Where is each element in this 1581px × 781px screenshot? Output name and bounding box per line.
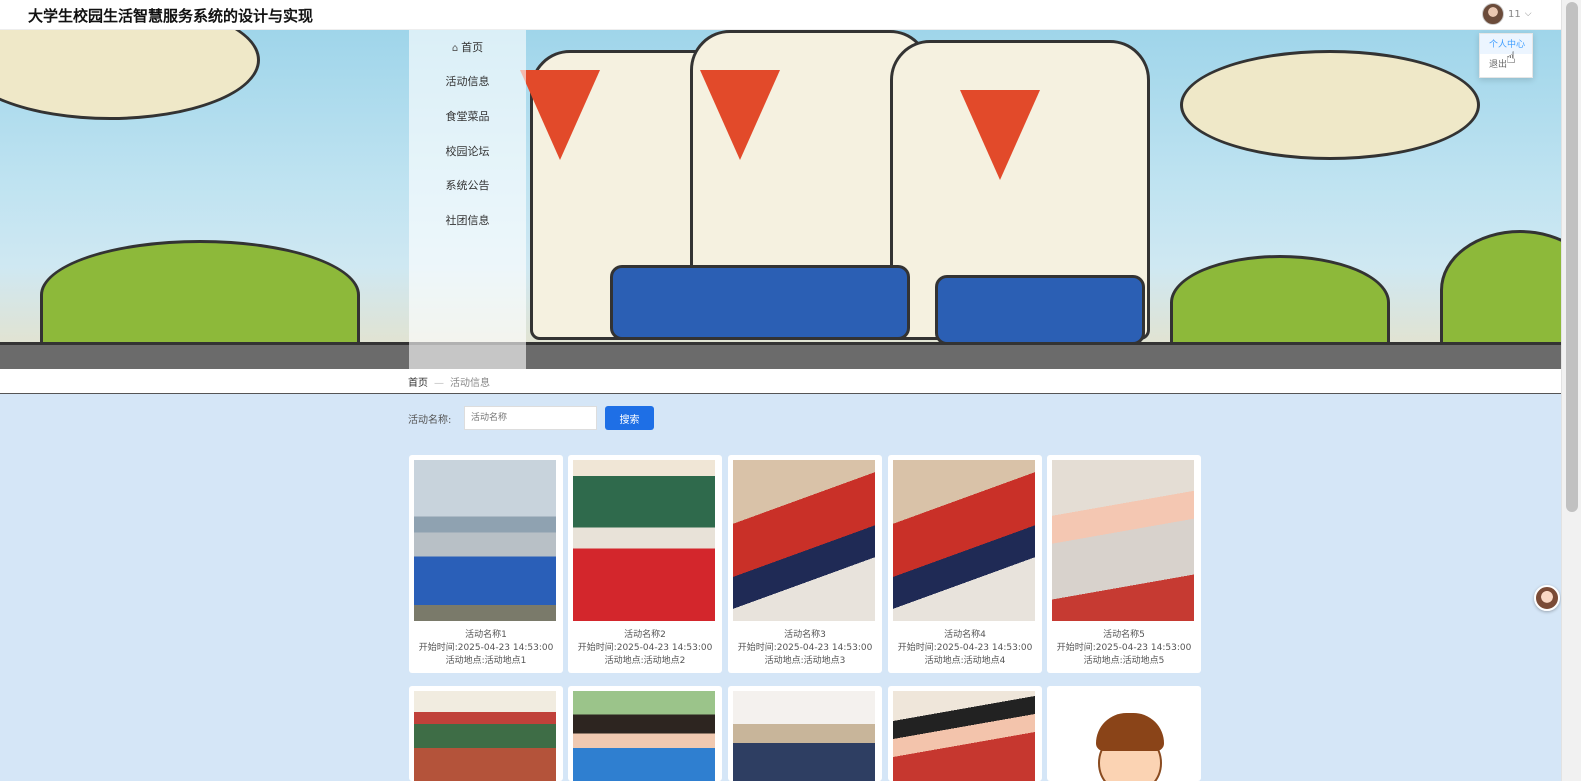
- nav-item-label: 首页: [461, 41, 484, 54]
- activity-photo[interactable]: [1052, 691, 1194, 781]
- user-menu[interactable]: 11 ⌵: [1482, 3, 1532, 25]
- user-name[interactable]: 11: [1508, 9, 1521, 20]
- bush-shape: [1440, 230, 1561, 350]
- activity-photo[interactable]: [733, 460, 875, 621]
- activity-photo[interactable]: [893, 691, 1035, 781]
- user-avatar[interactable]: [1482, 3, 1504, 25]
- page-scrollbar[interactable]: [1561, 0, 1581, 781]
- hero-banner: [0, 30, 1561, 369]
- activity-photo[interactable]: [733, 691, 875, 781]
- activity-name: 活动名称5: [1103, 630, 1145, 640]
- activity-start-time: 开始时间:2025-04-23 14:53:00: [737, 643, 873, 653]
- activity-location: 活动地点:活动地点5: [1083, 656, 1165, 666]
- activity-start-time: 开始时间:2025-04-23 14:53:00: [418, 643, 554, 653]
- cartoon-hair: [1096, 713, 1164, 751]
- activity-location: 活动地点:活动地点3: [764, 656, 846, 666]
- red-scarf: [520, 70, 600, 160]
- activity-card[interactable]: 活动名称5 开始时间:2025-04-23 14:53:00 活动地点:活动地点…: [1047, 455, 1201, 673]
- activity-card[interactable]: 活动名称1 开始时间:2025-04-23 14:53:00 活动地点:活动地点…: [409, 455, 563, 673]
- nav-item-home[interactable]: ⌂ 首页: [409, 39, 526, 55]
- activity-photo[interactable]: [573, 691, 715, 781]
- red-scarf: [700, 70, 780, 160]
- activity-photo[interactable]: [893, 460, 1035, 621]
- floating-chat-avatar[interactable]: [1534, 585, 1560, 611]
- activity-card[interactable]: 活动名称3 开始时间:2025-04-23 14:53:00 活动地点:活动地点…: [728, 455, 882, 673]
- activity-card[interactable]: [1047, 686, 1201, 781]
- side-navigation: ⌂ 首页 活动信息 食堂菜品 校园论坛 系统公告 社团信息: [409, 30, 526, 369]
- bush-shape: [40, 240, 360, 350]
- scrollbar-thumb[interactable]: [1566, 2, 1578, 512]
- cloud-shape: [0, 30, 260, 120]
- activity-name: 活动名称4: [944, 630, 986, 640]
- nav-item-announcements[interactable]: 系统公告: [409, 177, 526, 193]
- search-button[interactable]: 搜索: [605, 406, 654, 430]
- home-icon: ⌂: [451, 43, 459, 54]
- activity-start-time: 开始时间:2025-04-23 14:53:00: [897, 643, 1033, 653]
- search-label: 活动名称:: [408, 415, 452, 426]
- breadcrumb-home[interactable]: 首页: [408, 378, 428, 389]
- nav-item-canteen[interactable]: 食堂菜品: [409, 108, 526, 124]
- nav-item-clubs[interactable]: 社团信息: [409, 212, 526, 228]
- activity-photo[interactable]: [573, 460, 715, 621]
- activity-name: 活动名称1: [465, 630, 507, 640]
- breadcrumb-separator: —: [434, 378, 444, 389]
- cloud-shape: [1180, 50, 1480, 160]
- activity-card[interactable]: 活动名称2 开始时间:2025-04-23 14:53:00 活动地点:活动地点…: [568, 455, 722, 673]
- activity-start-time: 开始时间:2025-04-23 14:53:00: [1056, 643, 1192, 653]
- top-bar: 大学生校园生活智慧服务系统的设计与实现 11 ⌵: [0, 0, 1581, 30]
- activity-photo[interactable]: [414, 691, 556, 781]
- breadcrumb-bar: 首页 — 活动信息: [0, 369, 1561, 394]
- activity-card[interactable]: [728, 686, 882, 781]
- banner-ledge: [0, 342, 1561, 369]
- chevron-down-icon[interactable]: ⌵: [1525, 9, 1532, 19]
- cartoon-shorts: [610, 265, 910, 340]
- breadcrumb-current: 活动信息: [450, 378, 490, 389]
- activity-card[interactable]: [888, 686, 1042, 781]
- bush-shape: [1170, 255, 1390, 350]
- activity-start-time: 开始时间:2025-04-23 14:53:00: [577, 643, 713, 653]
- red-scarf: [960, 90, 1040, 180]
- activity-card[interactable]: [409, 686, 563, 781]
- hand-cursor-icon: ☝: [1506, 48, 1516, 67]
- activity-name: 活动名称3: [784, 630, 826, 640]
- nav-item-forum[interactable]: 校园论坛: [409, 143, 526, 159]
- activity-photo[interactable]: [414, 460, 556, 621]
- activity-location: 活动地点:活动地点1: [445, 656, 527, 666]
- activity-card[interactable]: [568, 686, 722, 781]
- activity-location: 活动地点:活动地点4: [924, 656, 1006, 666]
- activity-photo[interactable]: [1052, 460, 1194, 621]
- cartoon-shorts: [935, 275, 1145, 345]
- activity-location: 活动地点:活动地点2: [604, 656, 686, 666]
- nav-item-activities[interactable]: 活动信息: [409, 73, 526, 89]
- activity-name-search-input[interactable]: [464, 406, 597, 430]
- activity-card[interactable]: 活动名称4 开始时间:2025-04-23 14:53:00 活动地点:活动地点…: [888, 455, 1042, 673]
- breadcrumb: 首页 — 活动信息: [408, 374, 490, 389]
- site-title: 大学生校园生活智慧服务系统的设计与实现: [28, 7, 314, 25]
- activity-name: 活动名称2: [624, 630, 666, 640]
